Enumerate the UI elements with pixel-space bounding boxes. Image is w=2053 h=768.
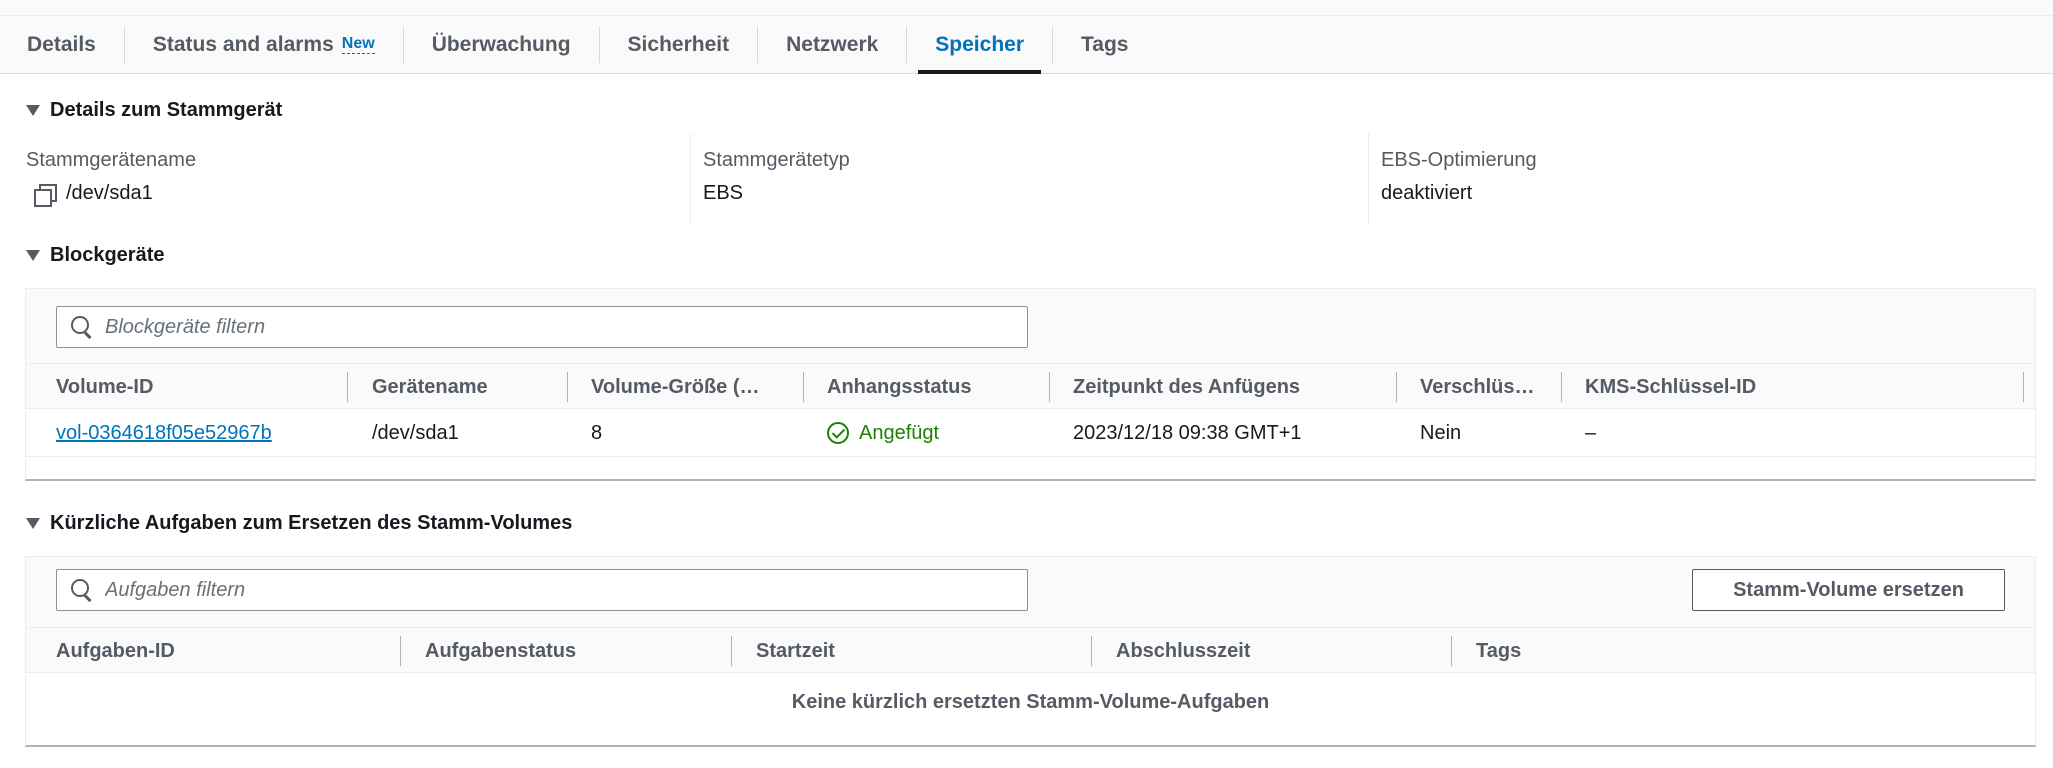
tab-status-and-alarms[interactable]: Status and alarms New xyxy=(136,16,392,73)
tab-divider xyxy=(123,26,125,63)
field-label: Stammgerätetyp xyxy=(703,149,850,171)
tab-label: Netzwerk xyxy=(786,32,879,56)
column-resizer[interactable] xyxy=(400,636,401,666)
tab-divider xyxy=(906,26,908,63)
caret-down-icon xyxy=(26,518,40,529)
encrypted-cell: Nein xyxy=(1420,421,1462,444)
tab-label: Details xyxy=(27,32,96,56)
attach-time-cell: 2023/12/18 09:38 GMT+1 xyxy=(1073,421,1302,444)
column-header-completion-time[interactable]: Abschlusszeit xyxy=(1116,628,1250,674)
root-volume-tasks-panel: Stamm-Volume ersetzen Aufgaben-ID Aufgab… xyxy=(25,556,2036,747)
column-divider xyxy=(690,133,691,223)
tab-network[interactable]: Netzwerk xyxy=(769,16,895,73)
check-circle-icon xyxy=(827,422,849,444)
column-resizer[interactable] xyxy=(1561,372,1562,402)
column-header-device-name[interactable]: Gerätename xyxy=(372,364,488,410)
column-resizer[interactable] xyxy=(1091,636,1092,666)
ebs-optimization-value: deaktiviert xyxy=(1381,182,1473,204)
tab-divider xyxy=(1052,26,1054,63)
empty-state-text: Keine kürzlich ersetzten Stamm-Volume-Au… xyxy=(791,691,1270,713)
volume-size-cell: 8 xyxy=(591,421,603,444)
search-icon xyxy=(71,579,93,601)
root-device-section-toggle[interactable]: Details zum Stammgerät xyxy=(26,99,282,122)
top-border xyxy=(0,0,2053,16)
column-header-kms-key-id[interactable]: KMS-Schlüssel-ID xyxy=(1585,364,1756,410)
tasks-filter-input[interactable] xyxy=(105,578,1005,602)
section-title: Details zum Stammgerät xyxy=(50,99,283,121)
column-header-volume-size[interactable]: Volume-Größe (… xyxy=(591,364,786,410)
tasks-filter[interactable] xyxy=(56,569,1028,611)
tab-label: Speicher xyxy=(935,32,1025,56)
volume-id-cell: vol-0364618f05e52967b xyxy=(56,409,272,457)
column-header-attach-time[interactable]: Zeitpunkt des Anfügens xyxy=(1073,364,1300,410)
root-device-type-field: Stammgerätetyp EBS xyxy=(703,133,1363,223)
root-device-name-value: /dev/sda1 xyxy=(66,182,153,204)
table-row: vol-0364618f05e52967b /dev/sda1 8 Angefü… xyxy=(26,409,2035,457)
tab-label: Status and alarms xyxy=(152,32,334,56)
tab-security[interactable]: Sicherheit xyxy=(611,16,747,73)
field-label: Stammgerätename xyxy=(26,149,197,171)
device-name-cell: /dev/sda1 xyxy=(372,421,459,444)
block-devices-table-header: Volume-ID Gerätename Volume-Größe (… Anh… xyxy=(26,363,2035,409)
root-volume-tasks-section-toggle[interactable]: Kürzliche Aufgaben zum Ersetzen des Stam… xyxy=(26,512,572,535)
column-resizer[interactable] xyxy=(1396,372,1397,402)
column-header-task-id[interactable]: Aufgaben-ID xyxy=(56,628,175,674)
block-devices-filter-input[interactable] xyxy=(105,315,1005,339)
attachment-status-text: Angefügt xyxy=(859,421,940,444)
column-resizer[interactable] xyxy=(803,372,804,402)
tab-label: Tags xyxy=(1081,32,1129,56)
column-resizer[interactable] xyxy=(347,372,348,402)
caret-down-icon xyxy=(26,105,40,116)
tab-divider xyxy=(598,26,600,63)
column-header-start-time[interactable]: Startzeit xyxy=(756,628,835,674)
tab-tags[interactable]: Tags xyxy=(1064,16,1145,73)
field-value: /dev/sda1 xyxy=(34,182,153,207)
attachment-status-cell: Angefügt xyxy=(827,409,939,457)
tab-bar: Details Status and alarms New Überwachung… xyxy=(0,16,2053,74)
copy-icon[interactable] xyxy=(34,183,57,207)
column-header-attachment-status[interactable]: Anhangsstatus xyxy=(827,364,971,410)
column-header-tags[interactable]: Tags xyxy=(1476,628,1521,674)
block-devices-section-toggle[interactable]: Blockgeräte xyxy=(26,244,165,267)
section-title: Blockgeräte xyxy=(50,244,165,266)
root-device-name-field: Stammgerätename /dev/sda1 xyxy=(26,133,686,223)
tab-monitoring[interactable]: Überwachung xyxy=(415,16,588,73)
tab-label: Überwachung xyxy=(431,32,571,56)
tab-divider xyxy=(402,26,404,63)
section-title: Kürzliche Aufgaben zum Ersetzen des Stam… xyxy=(50,512,573,534)
caret-down-icon xyxy=(26,250,40,261)
field-label: EBS-Optimierung xyxy=(1381,149,1537,171)
column-resizer[interactable] xyxy=(1049,372,1050,402)
tasks-table-header: Aufgaben-ID Aufgabenstatus Startzeit Abs… xyxy=(26,627,2035,673)
tab-label: Sicherheit xyxy=(627,32,730,56)
new-badge: New xyxy=(341,35,375,54)
block-devices-filter[interactable] xyxy=(56,306,1028,348)
root-device-type-value: EBS xyxy=(703,182,744,204)
block-devices-panel: Volume-ID Gerätename Volume-Größe (… Anh… xyxy=(25,288,2036,481)
column-header-encrypted[interactable]: Verschlüs… xyxy=(1420,364,1540,410)
tab-storage[interactable]: Speicher xyxy=(918,16,1041,74)
column-resizer[interactable] xyxy=(567,372,568,402)
column-resizer[interactable] xyxy=(1451,636,1452,666)
column-header-volume-id[interactable]: Volume-ID xyxy=(56,364,153,410)
tab-details[interactable]: Details xyxy=(10,16,113,73)
kms-key-cell: – xyxy=(1585,421,1597,444)
column-divider xyxy=(1368,133,1369,223)
column-resizer[interactable] xyxy=(2023,372,2024,402)
volume-id-link[interactable]: vol-0364618f05e52967b xyxy=(56,422,272,445)
replace-root-volume-button[interactable]: Stamm-Volume ersetzen xyxy=(1692,569,2005,611)
ebs-optimization-field: EBS-Optimierung deaktiviert xyxy=(1381,133,2041,223)
column-resizer[interactable] xyxy=(731,636,732,666)
tab-divider xyxy=(757,26,759,63)
column-header-task-status[interactable]: Aufgabenstatus xyxy=(425,628,576,674)
search-icon xyxy=(71,316,93,338)
